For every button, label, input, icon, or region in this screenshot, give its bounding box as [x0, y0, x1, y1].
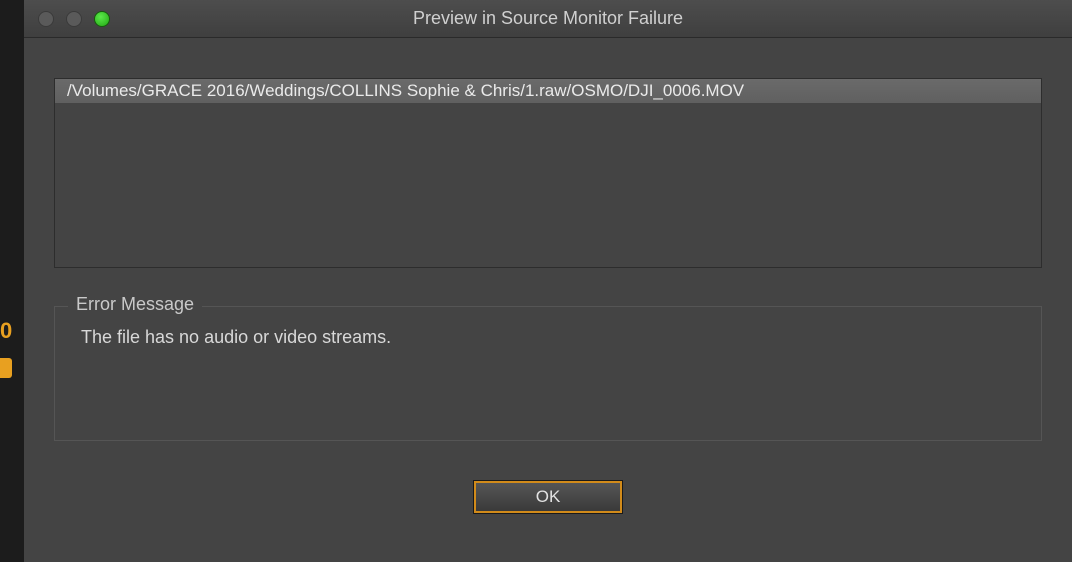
left-accent-glyph: 0 [0, 318, 12, 340]
dialog-content: /Volumes/GRACE 2016/Weddings/COLLINS Sop… [24, 38, 1072, 562]
error-dialog: Preview in Source Monitor Failure /Volum… [24, 0, 1072, 562]
error-message-text: The file has no audio or video streams. [81, 327, 1031, 348]
error-message-legend: Error Message [68, 294, 202, 315]
dialog-button-row: OK [54, 481, 1042, 513]
window-traffic-lights [38, 11, 110, 27]
file-path: /Volumes/GRACE 2016/Weddings/COLLINS Sop… [67, 81, 744, 101]
error-message-section: Error Message The file has no audio or v… [54, 306, 1042, 441]
app-left-strip: 0 [0, 0, 24, 562]
dialog-titlebar[interactable]: Preview in Source Monitor Failure [24, 0, 1072, 38]
window-minimize-button[interactable] [66, 11, 82, 27]
file-list-item[interactable]: /Volumes/GRACE 2016/Weddings/COLLINS Sop… [55, 79, 1041, 103]
ok-button[interactable]: OK [474, 481, 622, 513]
file-list[interactable]: /Volumes/GRACE 2016/Weddings/COLLINS Sop… [54, 78, 1042, 268]
window-close-button[interactable] [38, 11, 54, 27]
ok-button-label: OK [536, 487, 561, 507]
dialog-title: Preview in Source Monitor Failure [24, 8, 1072, 29]
window-zoom-button[interactable] [94, 11, 110, 27]
left-accent-dot [0, 358, 12, 378]
error-message-box: The file has no audio or video streams. [54, 306, 1042, 441]
